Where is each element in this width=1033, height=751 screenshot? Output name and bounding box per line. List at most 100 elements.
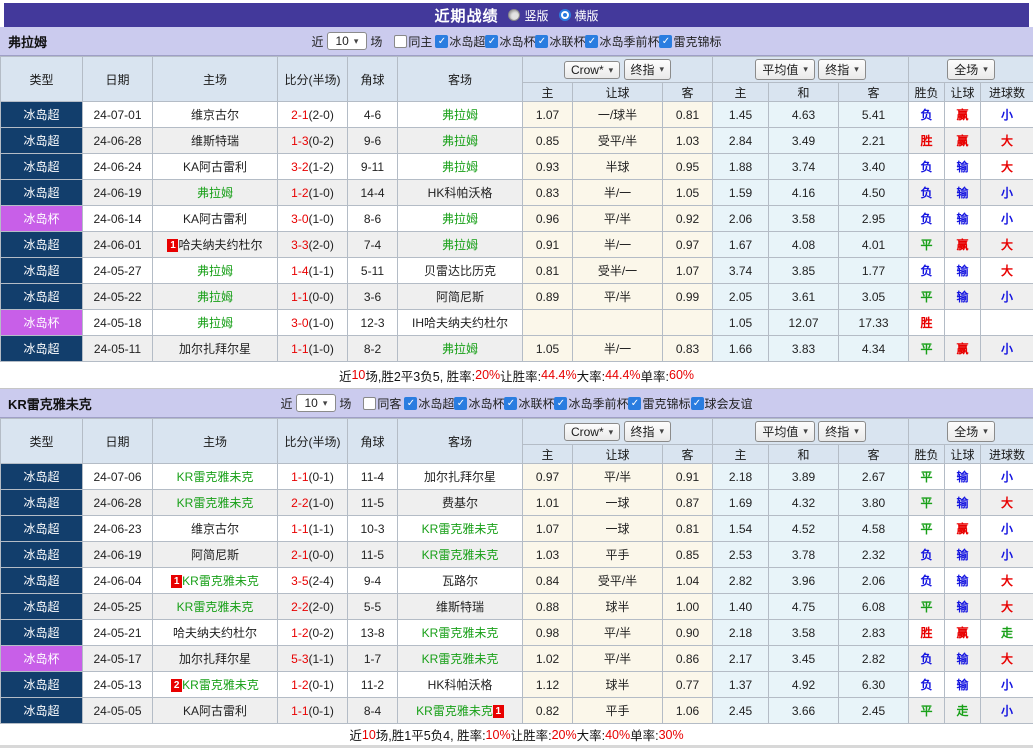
competition-label: 雷克锦标	[673, 33, 721, 50]
competition-checkbox[interactable]: ✓球会友谊	[691, 395, 753, 412]
competition-checkbox[interactable]: ✓冰岛杯	[454, 395, 504, 412]
match-row: 冰岛超24-06-041KR雷克雅未克3-5(2-4)9-4瓦路尔0.84受平/…	[1, 568, 1033, 594]
result-goals: 小	[981, 206, 1033, 232]
chevron-down-icon: ▾	[803, 426, 808, 437]
summary-value: 44.4%	[541, 368, 576, 382]
halftime-score: (1-0)	[309, 212, 334, 226]
result-goals: 小	[981, 542, 1033, 568]
scope-group-header: 全场▾	[909, 57, 1033, 83]
result-handicap: 输	[945, 180, 981, 206]
away-team: 弗拉姆	[398, 206, 523, 232]
avg-home-odds: 2.82	[713, 568, 769, 594]
layout-vertical-radio[interactable]: 竖版	[508, 7, 548, 24]
avg-away-odds: 3.05	[839, 284, 909, 310]
competition-checkbox[interactable]: ✓冰联杯	[504, 395, 554, 412]
summary-value: 10	[362, 728, 376, 742]
odds-provider-select[interactable]: Crow*▾	[564, 61, 620, 79]
match-type: 冰岛超	[1, 180, 83, 206]
avg-draw-odds: 12.07	[769, 310, 839, 336]
avg-away-odds: 3.40	[839, 154, 909, 180]
away-odds: 0.91	[663, 464, 713, 490]
competition-checkbox[interactable]: ✓冰岛季前杯	[585, 33, 659, 50]
checkbox-checked-icon: ✓	[585, 35, 598, 48]
layout-horizontal-radio[interactable]: 横版	[559, 7, 599, 24]
col-corner: 角球	[348, 57, 398, 102]
avg-home-odds: 2.18	[713, 464, 769, 490]
competition-checkbox[interactable]: ✓雷克锦标	[628, 395, 690, 412]
subcol-home-avg: 主	[713, 83, 769, 102]
fulltime-score: 2-1	[291, 108, 308, 122]
odds-stage-select[interactable]: 终指▾	[624, 421, 672, 442]
subcol-away-odds: 客	[663, 445, 713, 464]
avg-away-odds: 2.83	[839, 620, 909, 646]
away-odds: 0.92	[663, 206, 713, 232]
competition-checkbox[interactable]: ✓冰岛超	[435, 33, 485, 50]
result-outcome: 平	[909, 594, 945, 620]
home-team: 弗拉姆	[153, 258, 278, 284]
avg-odds-select[interactable]: 平均值▾	[755, 59, 815, 80]
summary-label: 让胜率:	[511, 725, 552, 744]
games-count-select[interactable]: 10 ▾	[327, 32, 368, 50]
avg-odds-select[interactable]: 平均值▾	[755, 421, 815, 442]
halftime-score: (0-0)	[309, 290, 334, 304]
match-date: 24-05-05	[83, 698, 153, 724]
match-row: 冰岛杯24-06-14KA阿古雷利3-0(1-0)8-6弗拉姆0.96平/半0.…	[1, 206, 1033, 232]
radio-unselected-icon	[508, 9, 520, 21]
handicap-line: 平/半	[573, 464, 663, 490]
handicap-line: 平手	[573, 698, 663, 724]
result-handicap: 走	[945, 698, 981, 724]
away-odds: 0.81	[663, 516, 713, 542]
competition-checkbox[interactable]: ✓冰岛季前杯	[554, 395, 628, 412]
summary-label: 让胜率:	[500, 366, 541, 385]
away-team-name: IH哈夫纳夫约杜尔	[412, 316, 508, 330]
odds-provider-select[interactable]: Crow*▾	[564, 423, 620, 441]
team2-summary-row: 近10场,胜1平5负4, 胜率:10% 让胜率:20% 大率:40% 单率:30…	[0, 724, 1033, 745]
col-score: 比分(半场)	[278, 57, 348, 102]
games-label: 场	[370, 33, 382, 50]
odds-stage-select[interactable]: 终指▾	[624, 59, 672, 80]
match-type: 冰岛超	[1, 284, 83, 310]
result-goals: 小	[981, 180, 1033, 206]
away-odds: 0.77	[663, 672, 713, 698]
match-row: 冰岛超24-05-27弗拉姆1-4(1-1)5-11贝雷达比历克0.81受半/一…	[1, 258, 1033, 284]
home-odds: 1.07	[523, 516, 573, 542]
avg-stage-select[interactable]: 终指▾	[818, 421, 866, 442]
match-date: 24-05-13	[83, 672, 153, 698]
home-team-name: KR雷克雅未克	[182, 574, 259, 588]
corner-count: 5-11	[348, 258, 398, 284]
fulltime-score: 1-1	[291, 290, 308, 304]
avg-stage-select[interactable]: 终指▾	[818, 59, 866, 80]
scope-select[interactable]: 全场▾	[947, 421, 995, 442]
match-score: 3-0(1-0)	[278, 206, 348, 232]
subcol-goals-result: 进球数	[981, 445, 1033, 464]
match-date: 24-05-17	[83, 646, 153, 672]
same-home-checkbox[interactable]: 同主	[394, 33, 432, 50]
checkbox-checked-icon: ✓	[404, 397, 417, 410]
same-home-label: 同主	[408, 33, 432, 50]
chevron-down-icon: ▾	[854, 64, 859, 75]
away-odds: 0.85	[663, 542, 713, 568]
match-score: 1-2(0-1)	[278, 672, 348, 698]
result-goals: 大	[981, 128, 1033, 154]
avg-home-odds: 1.69	[713, 490, 769, 516]
scope-select[interactable]: 全场▾	[947, 59, 995, 80]
away-team: KR雷克雅未克	[398, 516, 523, 542]
fulltime-score: 1-1	[291, 704, 308, 718]
match-date: 24-05-11	[83, 336, 153, 362]
match-row: 冰岛杯24-05-18弗拉姆3-0(1-0)12-3IH哈夫纳夫约杜尔1.051…	[1, 310, 1033, 336]
games-count-select[interactable]: 10 ▾	[296, 394, 337, 412]
home-team: 1哈夫纳夫约杜尔	[153, 232, 278, 258]
match-date: 24-06-01	[83, 232, 153, 258]
result-outcome: 平	[909, 516, 945, 542]
fulltime-score: 1-2	[291, 186, 308, 200]
home-odds: 0.83	[523, 180, 573, 206]
corner-count: 3-6	[348, 284, 398, 310]
away-odds: 1.04	[663, 568, 713, 594]
halftime-score: (0-1)	[309, 704, 334, 718]
competition-checkbox[interactable]: ✓冰联杯	[535, 33, 585, 50]
competition-checkbox[interactable]: ✓冰岛超	[404, 395, 454, 412]
same-away-checkbox[interactable]: 同客	[363, 395, 401, 412]
competition-checkbox[interactable]: ✓冰岛杯	[485, 33, 535, 50]
result-goals	[981, 310, 1033, 336]
competition-checkbox[interactable]: ✓雷克锦标	[659, 33, 721, 50]
